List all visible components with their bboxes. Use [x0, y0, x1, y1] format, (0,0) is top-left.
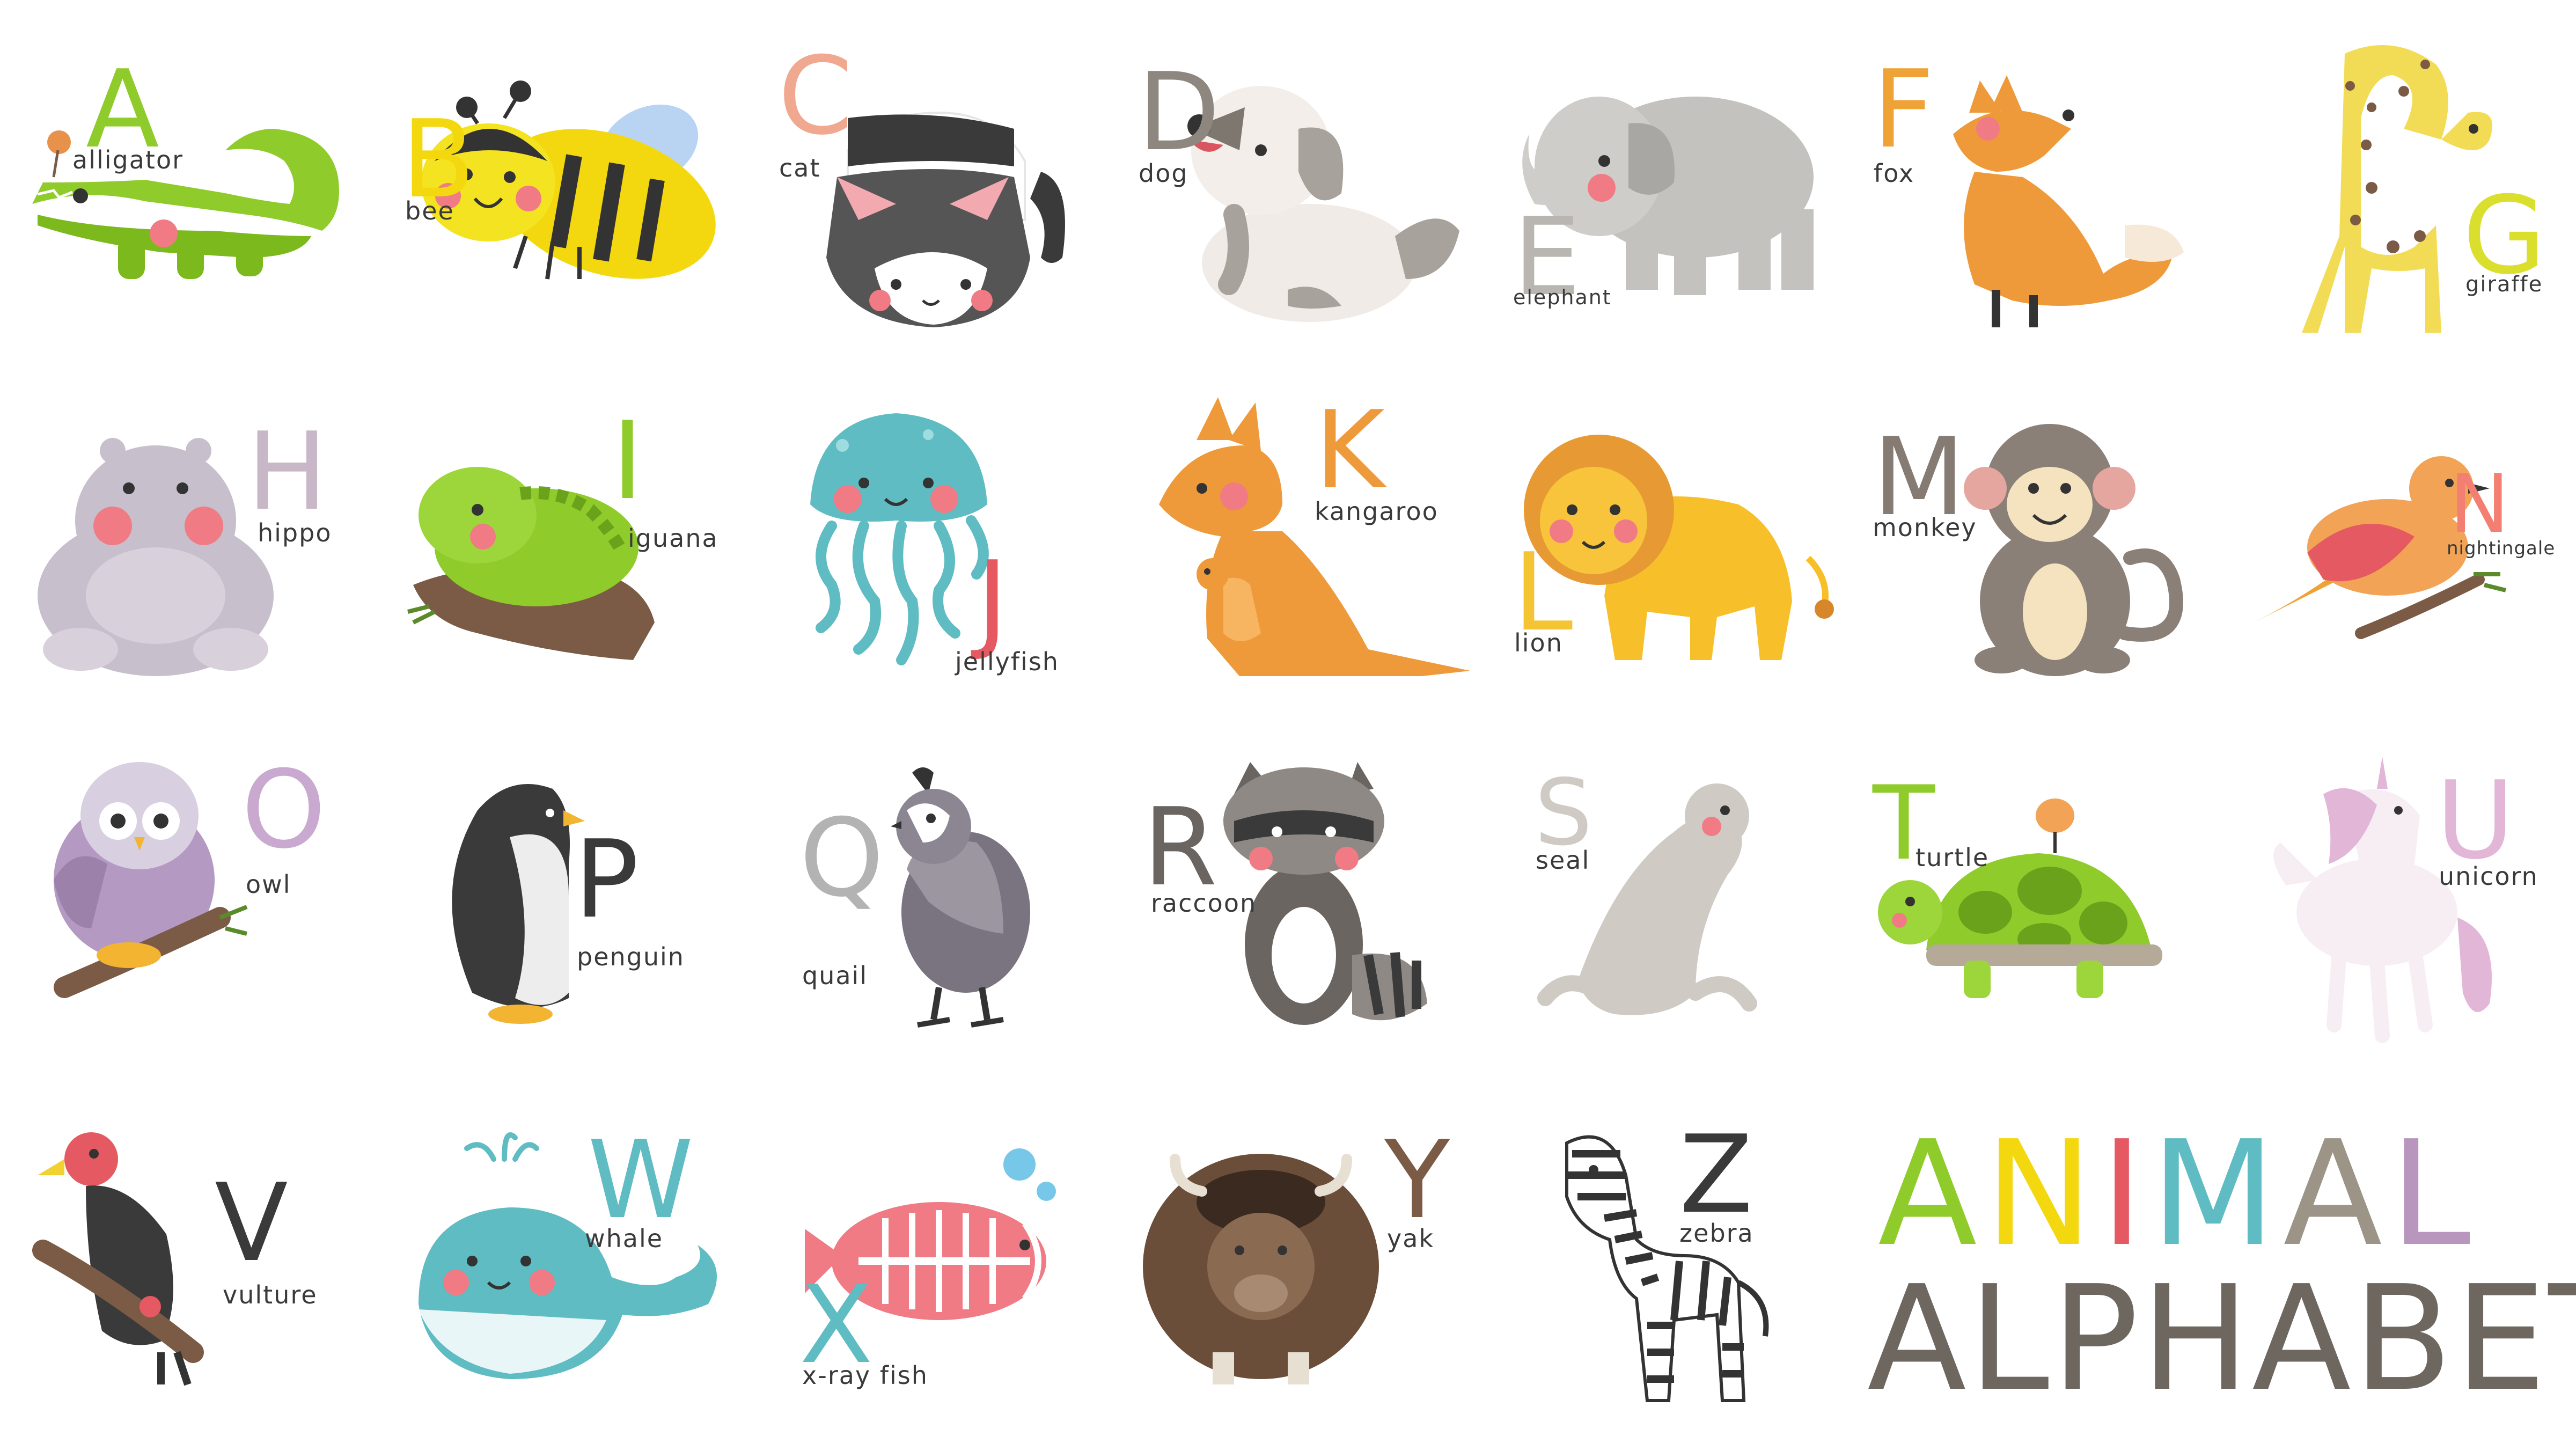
card-bee: B bee: [397, 75, 730, 311]
card-jellyfish: J jellyfish: [799, 397, 1132, 676]
card-x-ray-fish: X x-ray fish: [794, 1138, 1116, 1406]
letter-z: Z: [1679, 1112, 1753, 1237]
word-cat: cat: [779, 153, 821, 182]
letter-c: C: [778, 34, 853, 159]
word-dog: dog: [1139, 159, 1188, 188]
vulture-illustration: [32, 1132, 204, 1386]
word-alligator: alligator: [72, 145, 184, 174]
title-alphabet: ALPHABET: [1867, 1254, 2576, 1423]
card-monkey: M monkey: [1873, 419, 2205, 676]
letter-h: H: [247, 409, 328, 534]
card-hippo: H hippo: [32, 402, 365, 682]
word-quail: quail: [802, 961, 868, 990]
word-whale: whale: [585, 1224, 664, 1253]
word-bee: bee: [405, 196, 454, 225]
word-giraffe: giraffe: [2465, 272, 2543, 297]
card-zebra: Z zebra: [1545, 1122, 1824, 1411]
letter-q: Q: [799, 796, 884, 921]
card-penguin: P penguin: [429, 767, 730, 1036]
letter-s: S: [1535, 760, 1592, 866]
title-letter-i: I: [2100, 1109, 2151, 1278]
title-letter-a1: A: [1878, 1109, 1985, 1278]
card-kangaroo: K kangaroo: [1154, 397, 1486, 687]
letter-d: D: [1137, 50, 1221, 175]
card-seal: S seal: [1535, 767, 1835, 1036]
card-owl: O owl: [43, 757, 365, 1036]
card-unicorn: U unicorn: [2254, 746, 2570, 1046]
word-fox: fox: [1874, 159, 1915, 188]
letter-w: W: [588, 1118, 694, 1243]
letter-o: O: [241, 748, 326, 873]
card-nightingale: N nightingale: [2254, 440, 2570, 655]
word-yak: yak: [1387, 1224, 1435, 1253]
card-yak: Y yak: [1143, 1127, 1465, 1406]
card-fox: F fox: [1873, 48, 2205, 333]
title-letter-l: L: [2390, 1109, 2478, 1278]
word-monkey: monkey: [1873, 513, 1977, 542]
word-raccoon: raccoon: [1151, 889, 1257, 918]
title-letter-a2: A: [2283, 1109, 2390, 1278]
letter-k: K: [1315, 388, 1385, 513]
word-hippo: hippo: [258, 518, 332, 547]
card-quail: Q quail: [799, 762, 1100, 1036]
card-vulture: V vulture: [32, 1127, 354, 1406]
letter-f: F: [1873, 47, 1935, 172]
word-owl: owl: [246, 870, 291, 899]
letter-i: I: [612, 399, 643, 524]
alligator-illustration: [32, 129, 339, 279]
card-raccoon: R raccoon: [1143, 762, 1443, 1036]
card-iguana: I iguana: [397, 408, 730, 682]
letter-u: U: [2436, 758, 2515, 883]
word-turtle: turtle: [1916, 843, 1990, 872]
word-penguin: penguin: [577, 942, 685, 971]
jellyfish-illustration: [810, 413, 989, 665]
word-iguana: iguana: [628, 524, 718, 553]
card-giraffe: G giraffe: [2264, 32, 2565, 343]
letter-p: P: [574, 817, 639, 942]
letter-j: J: [977, 538, 1008, 663]
card-dog: D dog: [1137, 54, 1470, 333]
unicorn-illustration: [2273, 757, 2492, 1043]
title-letter-m: M: [2151, 1109, 2284, 1278]
word-elephant: elephant: [1513, 285, 1612, 309]
word-nightingale: nightingale: [2447, 538, 2556, 559]
word-x-ray-fish: x-ray fish: [802, 1361, 928, 1390]
card-elephant: E elephant: [1513, 54, 1846, 333]
word-seal: seal: [1536, 846, 1590, 875]
word-zebra: zebra: [1679, 1219, 1754, 1248]
title-letter-n: N: [1984, 1109, 2101, 1278]
letter-n: N: [2449, 458, 2510, 551]
card-alligator: A alligator: [21, 54, 354, 333]
word-jellyfish: jellyfish: [955, 647, 1059, 676]
title-animal: ANIMAL: [1878, 1122, 2478, 1266]
letter-v: V: [215, 1161, 288, 1286]
word-lion: lion: [1514, 628, 1563, 657]
word-kangaroo: kangaroo: [1315, 497, 1439, 526]
card-turtle: T turtle: [1873, 773, 2205, 1030]
letter-y: Y: [1384, 1118, 1450, 1243]
letter-r: R: [1143, 785, 1217, 910]
card-lion: L lion: [1513, 424, 1846, 682]
word-vulture: vulture: [223, 1280, 318, 1309]
card-cat: C cat: [773, 43, 1105, 333]
card-whale: W whale: [408, 1127, 730, 1406]
word-unicorn: unicorn: [2439, 862, 2538, 891]
